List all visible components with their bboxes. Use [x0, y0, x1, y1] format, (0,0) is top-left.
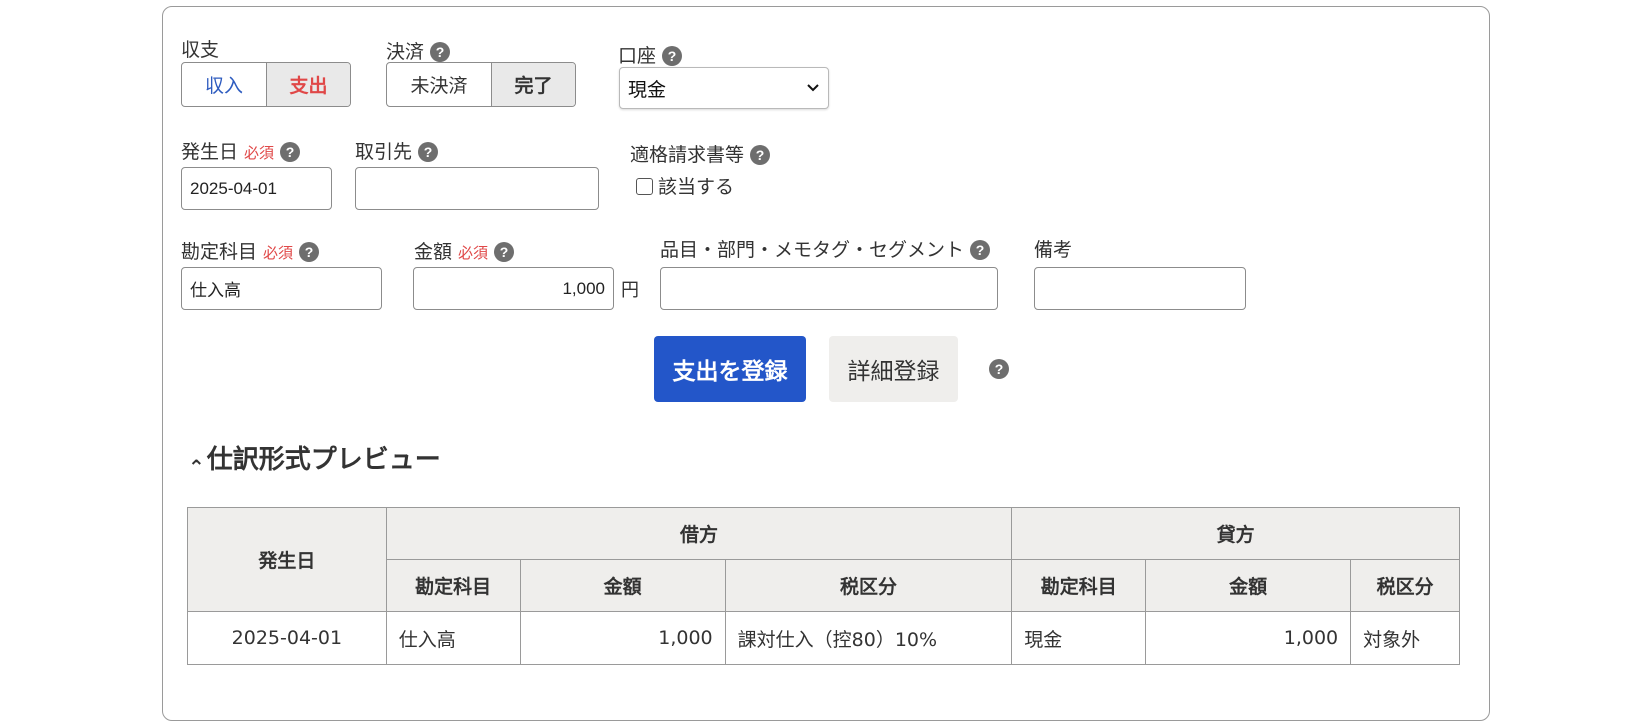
invoice-checkbox-row: 該当する [636, 172, 734, 199]
account-item-label: 勘定科目 必須? [181, 237, 320, 264]
detail-register-button[interactable]: 詳細登録 [829, 336, 958, 402]
remarks-label: 備考 [1034, 239, 1073, 261]
header-debit-account: 勘定科目 [385, 559, 521, 612]
settlement-toggle: 未決済 完了 [386, 62, 576, 107]
help-icon[interactable]: ? [280, 142, 301, 162]
cell-credit-amount: 1,000 [1145, 611, 1352, 665]
header-debit: 借方 [385, 507, 1013, 560]
completed-option[interactable]: 完了 [490, 63, 575, 106]
tags-input[interactable] [660, 267, 998, 310]
settlement-label: 決済? [386, 37, 451, 64]
header-credit: 貸方 [1011, 507, 1460, 560]
required-badge: 必須 [263, 244, 294, 262]
header-debit-amount: 金額 [519, 559, 726, 612]
amount-input[interactable]: 1,000 [413, 267, 614, 310]
help-icon[interactable]: ? [430, 42, 451, 62]
tags-label: 品目・部門・メモタグ・セグメント? [660, 235, 991, 262]
cell-debit-amount: 1,000 [519, 611, 726, 665]
help-icon[interactable]: ? [662, 46, 683, 66]
account-item-input[interactable]: 仕入高 [181, 267, 382, 310]
date-label: 発生日 必須? [181, 137, 301, 164]
date-input[interactable]: 2025-04-01 [181, 167, 332, 210]
header-debit-tax: 税区分 [724, 559, 1013, 612]
table-row: 2025-04-01 仕入高 1,000 課対仕入（控80）10% 現金 1,0… [187, 611, 1460, 665]
chevron-up-icon: ⌃ [188, 455, 205, 479]
cell-credit-tax: 対象外 [1350, 611, 1460, 665]
cell-debit-account: 仕入高 [385, 611, 521, 665]
income-expense-label: 収支 [181, 39, 220, 61]
help-icon[interactable]: ? [989, 359, 1009, 379]
chevron-down-icon [807, 84, 819, 92]
entry-form-card: 収支 収入 支出 決済? 未決済 完了 口座? 現金 発生日 必須? 2025-0… [162, 6, 1490, 721]
currency-unit: 円 [621, 280, 639, 301]
invoice-label: 適格請求書等? [630, 140, 771, 167]
preview-section-header[interactable]: ⌃仕訳形式プレビュー [188, 439, 441, 479]
required-badge: 必須 [458, 244, 489, 262]
income-expense-toggle: 収入 支出 [181, 62, 351, 107]
help-icon[interactable]: ? [418, 142, 439, 162]
invoice-checkbox[interactable] [636, 178, 653, 195]
account-select[interactable]: 現金 [619, 67, 829, 109]
register-expense-button[interactable]: 支出を登録 [654, 336, 806, 402]
income-option[interactable]: 収入 [182, 63, 266, 106]
account-label: 口座? [618, 41, 683, 68]
preview-title: 仕訳形式プレビュー [206, 445, 441, 475]
help-icon[interactable]: ? [494, 242, 515, 262]
cell-date: 2025-04-01 [187, 611, 387, 665]
cell-debit-tax: 課対仕入（控80）10% [724, 611, 1013, 665]
remarks-input[interactable] [1034, 267, 1246, 310]
help-icon[interactable]: ? [299, 242, 320, 262]
partner-input[interactable] [355, 167, 599, 210]
help-icon[interactable]: ? [750, 145, 771, 165]
required-badge: 必須 [244, 144, 275, 162]
journal-preview-table: 発生日 借方 貸方 勘定科目 金額 税区分 勘定科目 金額 税区分 2025-0… [187, 507, 1460, 665]
header-credit-account: 勘定科目 [1011, 559, 1147, 612]
header-credit-tax: 税区分 [1350, 559, 1460, 612]
header-credit-amount: 金額 [1145, 559, 1352, 612]
partner-label: 取引先? [355, 137, 439, 164]
help-icon[interactable]: ? [970, 240, 991, 260]
expense-option[interactable]: 支出 [266, 63, 350, 106]
amount-label: 金額 必須? [414, 237, 515, 264]
cell-credit-account: 現金 [1011, 611, 1147, 665]
unsettled-option[interactable]: 未決済 [387, 63, 491, 106]
header-date: 発生日 [187, 507, 387, 612]
